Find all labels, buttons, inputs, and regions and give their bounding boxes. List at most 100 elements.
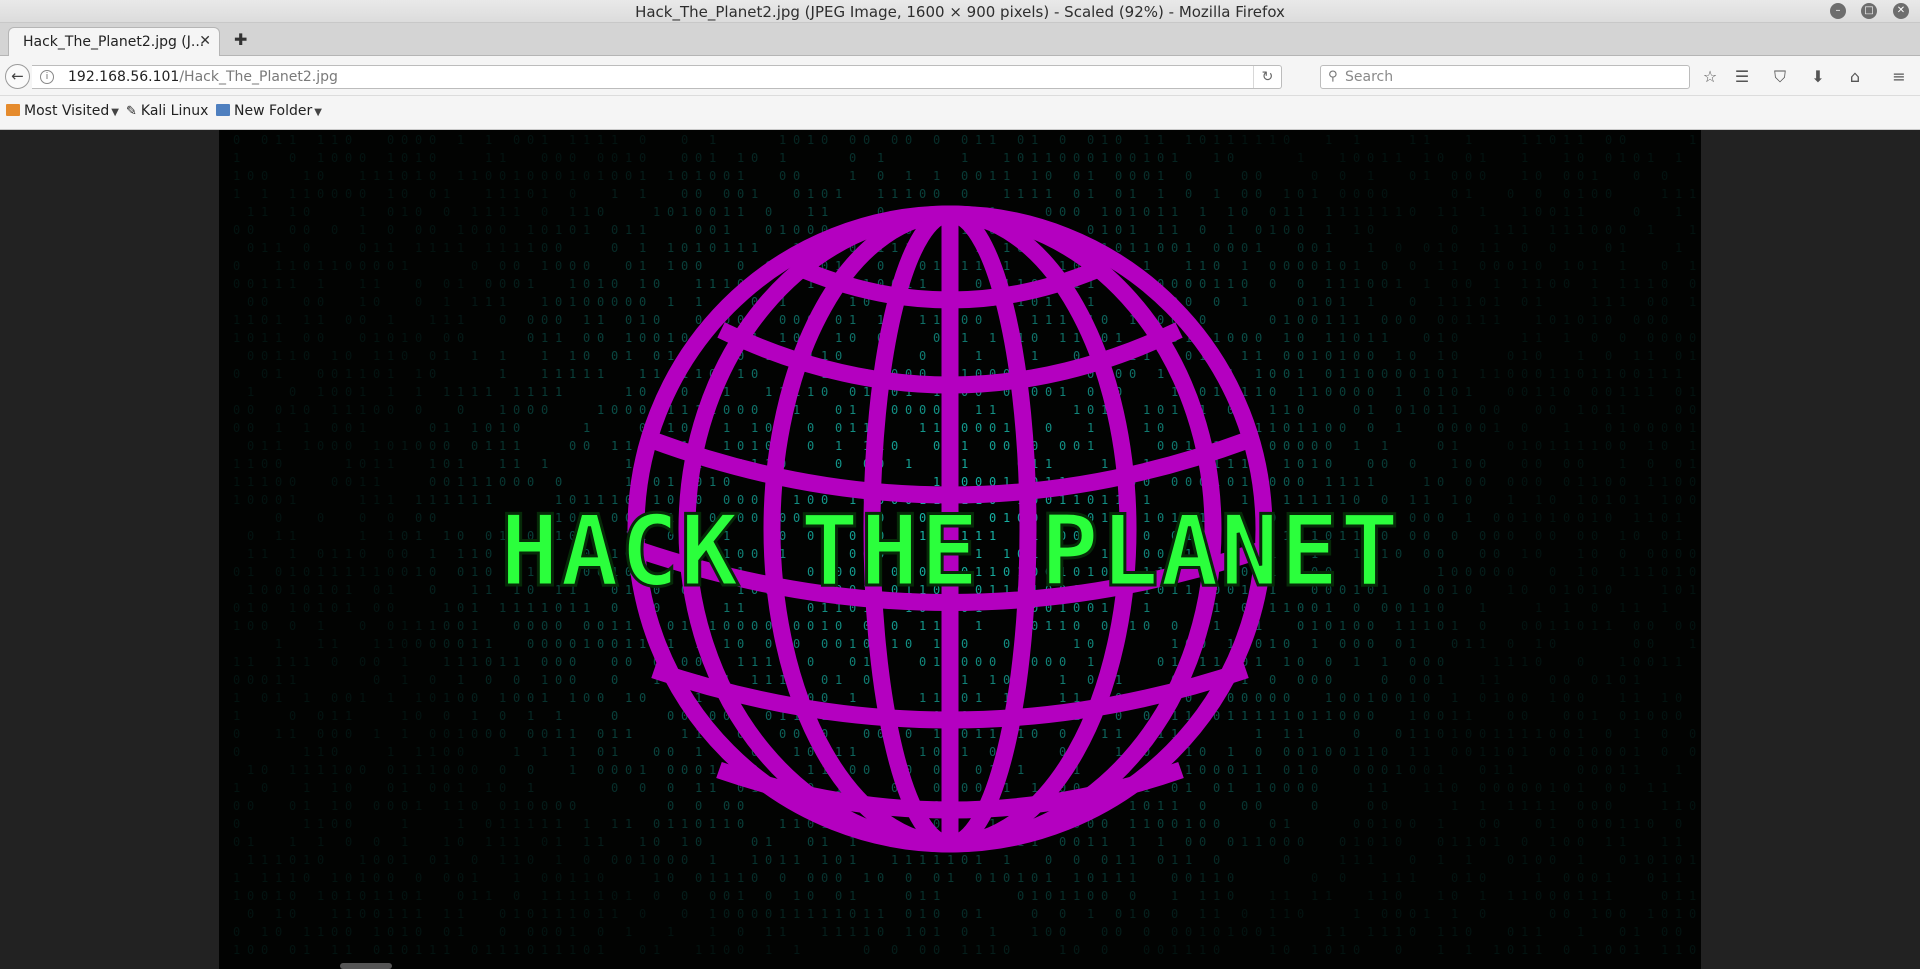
binary-digit: 0: [1297, 835, 1304, 849]
bookmark-star-icon[interactable]: ☆: [1699, 66, 1721, 88]
binary-digit: 0: [989, 439, 996, 453]
minimize-icon[interactable]: –: [1830, 3, 1846, 19]
binary-digit: 0: [1591, 403, 1598, 417]
binary-digit: 0: [611, 223, 618, 237]
maximize-icon[interactable]: □: [1861, 3, 1877, 19]
binary-digit: 1: [1577, 745, 1584, 759]
binary-digit: 0: [1675, 493, 1682, 507]
binary-digit: 1: [1535, 385, 1542, 399]
close-tab-icon[interactable]: ✕: [199, 33, 211, 49]
binary-digit: 0: [485, 169, 492, 183]
binary-digit: 0: [1087, 889, 1094, 903]
binary-digit: 1: [401, 619, 408, 633]
binary-digit: 1: [933, 727, 940, 741]
binary-digit: 1: [289, 583, 296, 597]
binary-digit: 0: [695, 835, 702, 849]
binary-digit: 1: [1605, 889, 1612, 903]
binary-digit: 1: [415, 493, 422, 507]
downloads-icon[interactable]: ⬇: [1807, 66, 1829, 88]
binary-digit: 1: [1087, 187, 1094, 201]
binary-digit: 1: [1493, 727, 1500, 741]
bookmark-label: Most Visited: [24, 103, 110, 119]
binary-digit: 0: [1465, 169, 1472, 183]
url-bar[interactable]: i 192.168.56.101/Hack_The_Planet2.jpg ↻: [32, 65, 1282, 89]
binary-digit: 0: [1577, 583, 1584, 597]
binary-digit: 0: [1367, 763, 1374, 777]
binary-digit: 1: [471, 205, 478, 219]
binary-digit: 1: [611, 817, 618, 831]
pocket-icon[interactable]: ⛉: [1769, 66, 1791, 88]
binary-digit: 0: [793, 619, 800, 633]
binary-digit: 1: [1493, 223, 1500, 237]
binary-digit: 1: [555, 223, 562, 237]
binary-digit: 1: [1507, 727, 1514, 741]
binary-digit: 1: [597, 277, 604, 291]
close-window-icon[interactable]: ✕: [1893, 3, 1909, 19]
binary-digit: 1: [723, 241, 730, 255]
bookmark-most-visited[interactable]: Most Visited ▼: [6, 103, 119, 119]
binary-digit: 0: [541, 223, 548, 237]
binary-digit: 1: [1367, 889, 1374, 903]
binary-digit: 0: [303, 349, 310, 363]
binary-digit: 0: [373, 601, 380, 615]
binary-digit: 1: [667, 241, 674, 255]
binary-digit: 1: [1521, 151, 1528, 165]
back-arrow-icon[interactable]: ←: [5, 64, 30, 89]
new-tab-icon[interactable]: ✚: [234, 30, 247, 49]
binary-digit: 1: [1437, 889, 1444, 903]
binary-digit: 1: [387, 907, 394, 921]
binary-digit: 0: [1507, 439, 1514, 453]
binary-digit: 1: [1339, 925, 1346, 939]
binary-digit: 1: [1353, 835, 1360, 849]
binary-digit: 0: [1003, 943, 1010, 957]
binary-digit: 1: [1423, 745, 1430, 759]
bookmark-new-folder[interactable]: New Folder ▼: [216, 103, 322, 119]
binary-digit: 0: [961, 655, 968, 669]
binary-digit: 1: [1283, 727, 1290, 741]
reload-icon[interactable]: ↻: [1253, 66, 1281, 88]
binary-digit: 0: [1521, 475, 1528, 489]
binary-digit: 1: [457, 385, 464, 399]
binary-digit: 0: [1437, 439, 1444, 453]
binary-digit: 0: [1059, 835, 1066, 849]
binary-digit: 0: [1479, 619, 1486, 633]
binary-digit: 0: [1087, 673, 1094, 687]
site-info-icon[interactable]: i: [40, 70, 54, 84]
binary-digit: 1: [1619, 763, 1626, 777]
binary-digit: 0: [387, 781, 394, 795]
binary-digit: 1: [289, 493, 296, 507]
search-bar[interactable]: ⚲: [1320, 65, 1690, 89]
binary-digit: 1: [1367, 331, 1374, 345]
bookmark-kali-linux[interactable]: ✎ Kali Linux: [126, 103, 208, 119]
binary-digit: 1: [387, 583, 394, 597]
binary-digit: 1: [1157, 835, 1164, 849]
horizontal-scrollbar[interactable]: [340, 963, 392, 969]
binary-digit: 0: [1283, 637, 1290, 651]
binary-digit: 0: [1647, 295, 1654, 309]
binary-digit: 0: [1647, 421, 1654, 435]
displayed-image[interactable]: 0111000110001110011011001000110101000010…: [219, 130, 1701, 969]
home-icon[interactable]: ⌂: [1844, 66, 1866, 88]
binary-digit: 0: [737, 799, 744, 813]
binary-digit: 1: [331, 871, 338, 885]
binary-digit: 1: [849, 313, 856, 327]
binary-digit: 1: [1213, 151, 1220, 165]
binary-digit: 0: [1619, 133, 1626, 147]
binary-digit: 0: [289, 799, 296, 813]
binary-digit: 0: [779, 169, 786, 183]
menu-hamburger-icon[interactable]: ≡: [1888, 66, 1910, 88]
binary-digit: 1: [1171, 889, 1178, 903]
binary-digit: 1: [779, 907, 786, 921]
binary-digit: 0: [681, 907, 688, 921]
binary-digit: 0: [1059, 907, 1066, 921]
binary-digit: 1: [373, 565, 380, 579]
binary-digit: 1: [541, 817, 548, 831]
tab-active[interactable]: Hack_The_Planet2.jpg (J... ✕: [8, 27, 220, 57]
url-text[interactable]: 192.168.56.101/Hack_The_Planet2.jpg: [68, 69, 338, 85]
chevron-down-icon: ▼: [314, 107, 322, 118]
reading-list-icon[interactable]: ☰: [1731, 66, 1753, 88]
binary-digit: 0: [261, 457, 268, 471]
search-input[interactable]: [1345, 68, 1675, 86]
binary-digit: 0: [653, 475, 660, 489]
binary-digit: 0: [443, 871, 450, 885]
